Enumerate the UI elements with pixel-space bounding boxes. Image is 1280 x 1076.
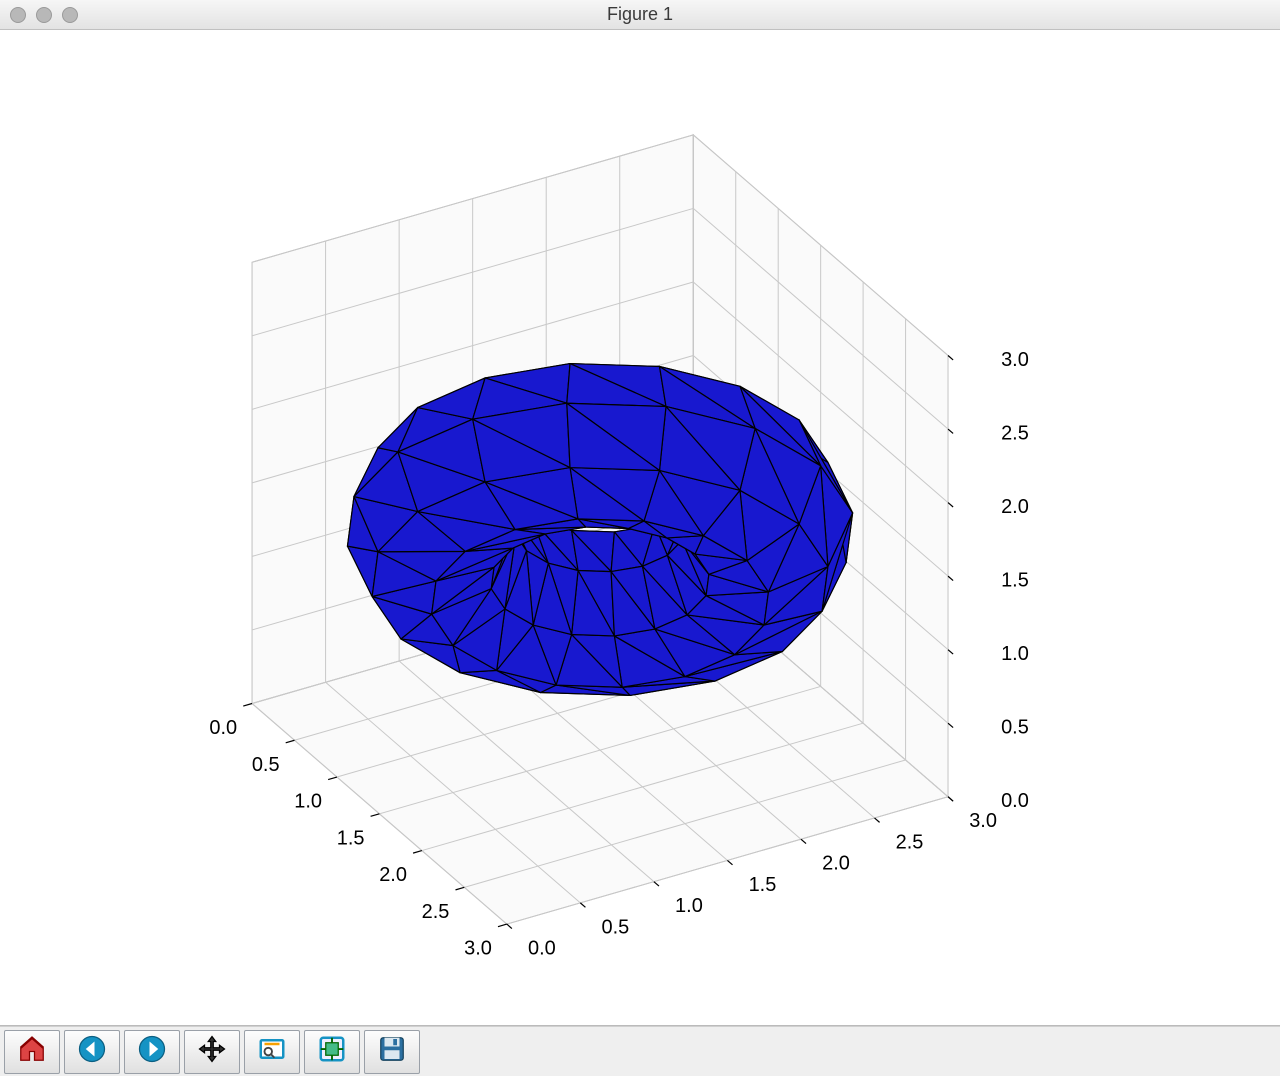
configure-subplots-icon [317,1034,347,1069]
svg-text:2.0: 2.0 [379,864,407,886]
svg-text:1.0: 1.0 [1001,643,1029,665]
svg-text:1.5: 1.5 [337,827,365,849]
zoom-window-icon[interactable] [62,7,78,23]
save-icon [377,1034,407,1069]
svg-text:1.5: 1.5 [1001,570,1029,592]
svg-text:1.0: 1.0 [675,895,703,917]
move-icon [197,1034,227,1069]
svg-text:3.0: 3.0 [969,810,997,832]
arrow-right-icon [137,1034,167,1069]
minimize-icon[interactable] [36,7,52,23]
back-button[interactable] [64,1030,120,1074]
window-titlebar: Figure 1 [0,0,1280,30]
svg-text:0.0: 0.0 [1001,790,1029,812]
matplotlib-toolbar [0,1026,1280,1076]
svg-text:0.0: 0.0 [209,717,237,739]
svg-text:0.5: 0.5 [252,754,280,776]
zoom-rect-icon [257,1034,287,1069]
svg-text:3.0: 3.0 [1001,349,1029,371]
zoom-button[interactable] [244,1030,300,1074]
save-button[interactable] [364,1030,420,1074]
svg-text:0.5: 0.5 [1001,717,1029,739]
svg-text:2.5: 2.5 [422,901,450,923]
home-button[interactable] [4,1030,60,1074]
arrow-left-icon [77,1034,107,1069]
svg-text:1.5: 1.5 [749,874,777,896]
svg-text:2.5: 2.5 [1001,422,1029,444]
plot-canvas[interactable]: 0.00.51.01.52.02.53.00.00.51.01.52.02.53… [0,30,1280,1026]
forward-button[interactable] [124,1030,180,1074]
svg-text:2.5: 2.5 [896,831,924,853]
svg-text:2.0: 2.0 [1001,496,1029,518]
subplots-button[interactable] [304,1030,360,1074]
svg-text:2.0: 2.0 [822,853,850,875]
pan-button[interactable] [184,1030,240,1074]
svg-text:0.5: 0.5 [602,916,630,938]
home-icon [17,1034,47,1069]
svg-text:3.0: 3.0 [464,938,492,960]
close-icon[interactable] [10,7,26,23]
window-title: Figure 1 [0,4,1280,25]
svg-text:0.0: 0.0 [528,937,556,959]
svg-text:1.0: 1.0 [294,791,322,813]
